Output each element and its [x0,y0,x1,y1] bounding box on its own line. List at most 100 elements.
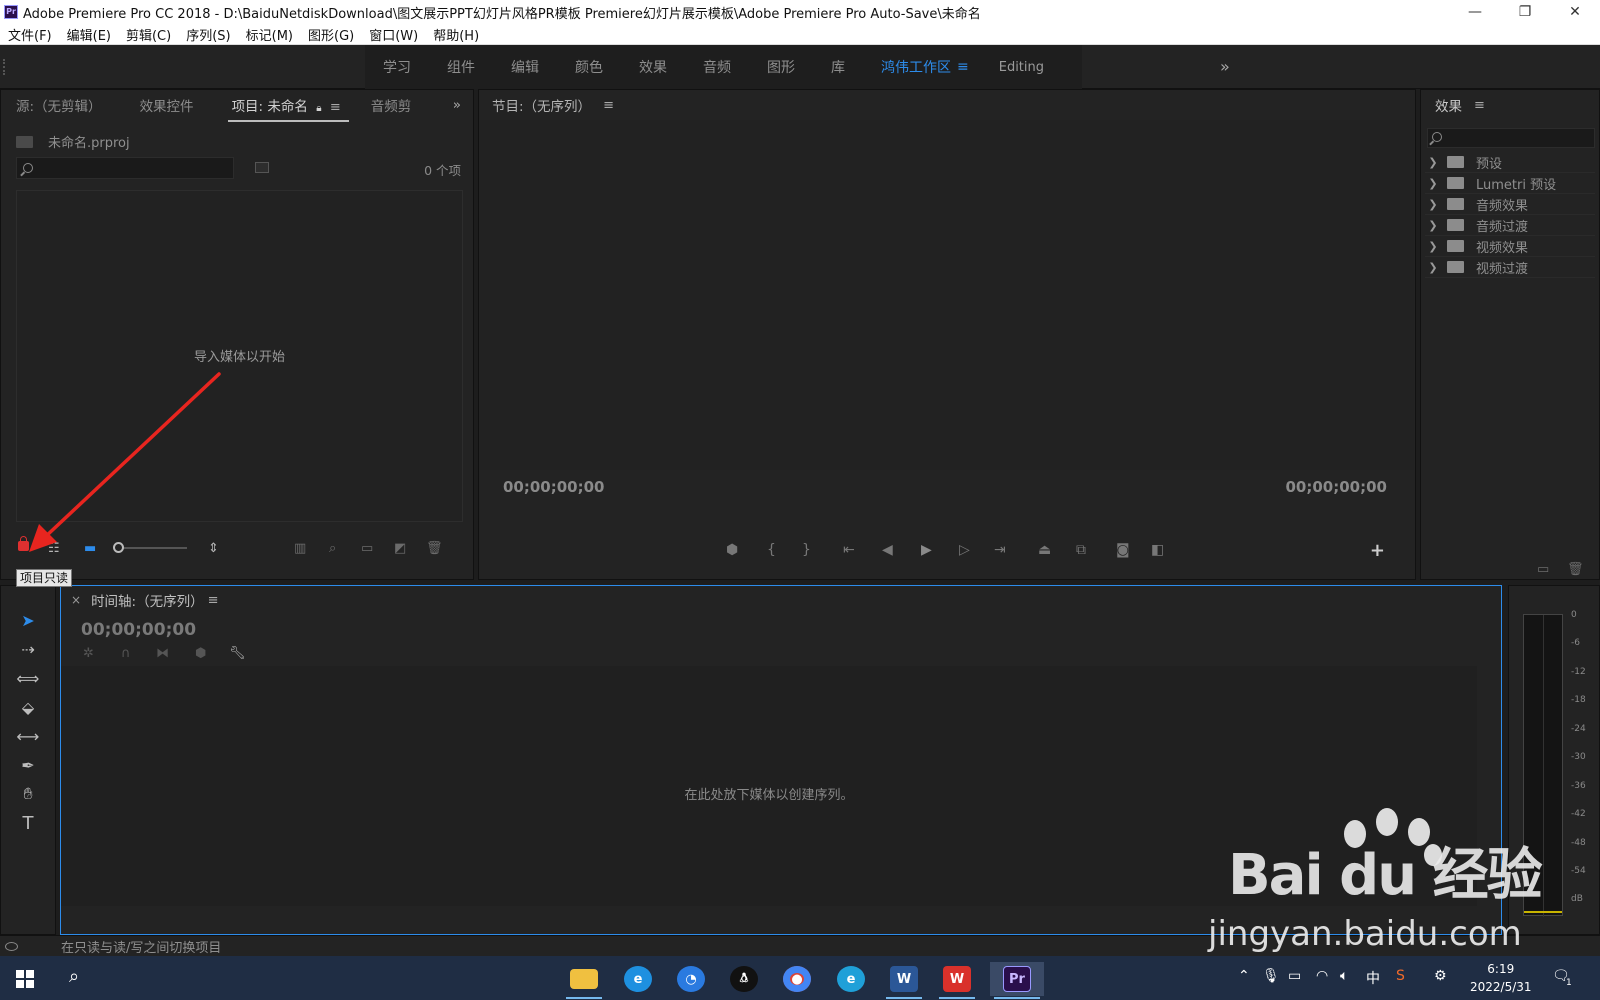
minimize-button[interactable]: — [1450,0,1500,24]
panel-menu-icon[interactable]: ≡ [603,98,614,113]
panel-menu-icon[interactable]: ≡ [1474,98,1485,113]
chevron-right-icon[interactable]: ❯ [1425,156,1441,169]
qq-icon[interactable]: 🐧︎ [722,962,766,996]
go-to-out-icon[interactable]: ⇥ [994,542,1006,558]
effects-item-presets[interactable]: ❯ 预设 [1425,152,1595,173]
program-monitor-title[interactable]: 节目:（无序列） [484,95,599,115]
comparison-view-icon[interactable]: ◧ [1151,542,1164,558]
snap-magnet-icon[interactable]: ∩ [121,646,131,661]
project-search-input[interactable] [16,157,234,179]
menu-clip[interactable]: 剪辑(C) [126,25,171,44]
icon-view-icon[interactable]: ▬ [84,541,96,556]
effects-item-audio-transitions[interactable]: ❯ 音频过渡 [1425,215,1595,236]
new-custom-bin-icon[interactable]: ▭ [1537,562,1549,577]
edge-icon[interactable]: e [829,962,873,996]
effects-item-lumetri-presets[interactable]: ❯ Lumetri 预设 [1425,173,1595,194]
automate-to-sequence-icon[interactable]: ▥ [294,541,306,556]
menu-markers[interactable]: 标记(M) [246,25,293,44]
ime-indicator[interactable]: 中 [1366,968,1380,988]
new-bin-icon[interactable]: ▭ [361,541,373,556]
chevron-right-icon[interactable]: ❯ [1425,261,1441,274]
wps-icon[interactable]: W [935,962,979,999]
step-forward-icon[interactable]: ▷ [959,542,970,558]
wrench-settings-icon[interactable]: 🔧︎ [229,646,246,661]
razor-tool-icon[interactable]: ⬙ [15,695,41,719]
panel-overflow-icon[interactable]: » [445,97,469,113]
taskbar-search-icon[interactable]: ⌕ [69,966,79,987]
menu-help[interactable]: 帮助(H) [433,25,479,44]
workspace-tab-audio[interactable]: 音频 [685,57,749,77]
close-tab-icon[interactable]: × [71,593,81,607]
sort-icon[interactable]: ⇕ [208,541,219,556]
effects-search-input[interactable] [1427,128,1595,148]
mark-in-icon[interactable]: { [767,542,776,558]
play-icon[interactable]: ▶︎ [921,542,932,558]
chevron-right-icon[interactable]: ❯ [1425,240,1441,253]
go-to-in-icon[interactable]: ⇤ [843,542,855,558]
playhead-timecode[interactable]: 00;00;00;00 [503,478,605,496]
workspace-tab-editing-en[interactable]: Editing [987,60,1062,75]
ie-browser-icon[interactable]: e [616,962,660,996]
project-drop-area[interactable]: 导入媒体以开始 [16,190,463,522]
delete-custom-item-icon[interactable]: 🗑︎ [1567,562,1584,577]
chrome-icon[interactable]: ● [775,962,819,996]
panel-menu-icon[interactable]: ≡ [208,593,219,608]
word-icon[interactable]: W [882,962,926,999]
battery-icon[interactable]: ▭ [1288,968,1301,984]
workspace-tab-learning[interactable]: 学习 [365,57,429,77]
effects-item-audio-effects[interactable]: ❯ 音频效果 [1425,194,1595,215]
ripple-edit-tool-icon[interactable]: ⟺ [15,666,41,690]
effects-panel-title[interactable]: 效果 [1427,95,1470,115]
cloud-app-icon[interactable]: ◔ [669,962,713,996]
track-select-tool-icon[interactable]: ⇢ [15,637,41,661]
clear-trash-icon[interactable]: 🗑︎ [426,541,443,556]
tab-project[interactable]: 项目: 未命名 🔒︎ ≡ [224,95,349,122]
zoom-slider-track[interactable] [115,547,187,549]
file-explorer-icon[interactable] [562,962,606,999]
tab-audio-clip-mixer[interactable]: 音频剪 [363,95,420,115]
menu-window[interactable]: 窗口(W) [369,25,418,44]
export-frame-camera-icon[interactable]: ◙ [1116,542,1130,558]
tab-source[interactable]: 源:（无剪辑） [8,95,110,115]
settings-gear-icon[interactable]: ⚙︎ [1434,968,1447,984]
nest-icon[interactable]: ✲ [83,646,94,661]
slip-tool-icon[interactable]: ⟷ [15,724,41,748]
workspace-tab-graphics[interactable]: 图形 [749,57,813,77]
chevron-right-icon[interactable]: ❯ [1425,177,1441,190]
workspace-tab-editing[interactable]: 编辑 [493,57,557,77]
timeline-title[interactable]: 时间轴:（无序列） [91,590,204,610]
microphone-icon[interactable]: 🎙︎ [1262,968,1280,984]
button-editor-add-icon[interactable]: + [1370,540,1385,561]
lift-icon[interactable]: ⏏︎ [1038,542,1051,558]
windows-start-icon[interactable] [16,970,34,988]
premiere-taskbar-icon[interactable]: Pr [990,962,1044,999]
new-item-icon[interactable]: ◩ [394,541,406,556]
restore-button[interactable]: ❐ [1500,0,1550,24]
tab-effect-controls[interactable]: 效果控件 [132,95,202,115]
effects-item-video-transitions[interactable]: ❯ 视频过渡 [1425,257,1595,278]
extract-icon[interactable]: ⧉ [1076,542,1086,558]
effects-item-video-effects[interactable]: ❯ 视频效果 [1425,236,1595,257]
workspace-tab-color[interactable]: 颜色 [557,57,621,77]
menu-file[interactable]: 文件(F) [8,25,52,44]
menu-sequence[interactable]: 序列(S) [186,25,230,44]
volume-icon[interactable]: 🔈︎ [1340,968,1348,984]
linked-selection-icon[interactable]: ⧓ [156,646,169,661]
add-marker-icon[interactable]: ⬢ [726,542,738,558]
pen-tool-icon[interactable]: ✒ [15,753,41,777]
workspace-tab-effects[interactable]: 效果 [621,57,685,77]
workspace-tab-custom[interactable]: 鸿伟工作区 [863,57,957,77]
selection-tool-icon[interactable]: ➤ [15,608,41,632]
wifi-icon[interactable]: ◠ [1316,968,1328,984]
chevron-right-icon[interactable]: ❯ [1425,219,1441,232]
new-search-bin-icon[interactable] [255,162,269,173]
menu-edit[interactable]: 编辑(E) [67,25,111,44]
find-icon[interactable]: ⌕ [329,541,336,556]
panel-menu-icon[interactable]: ≡ [330,100,341,115]
drag-handle-icon[interactable] [3,59,6,75]
chevron-right-icon[interactable]: ❯ [1425,198,1441,211]
timeline-timecode[interactable]: 00;00;00;00 [81,620,196,640]
step-back-icon[interactable]: ◀︎ [882,542,893,558]
close-window-button[interactable]: ✕ [1550,0,1600,24]
read-only-lock-icon[interactable] [18,536,29,551]
